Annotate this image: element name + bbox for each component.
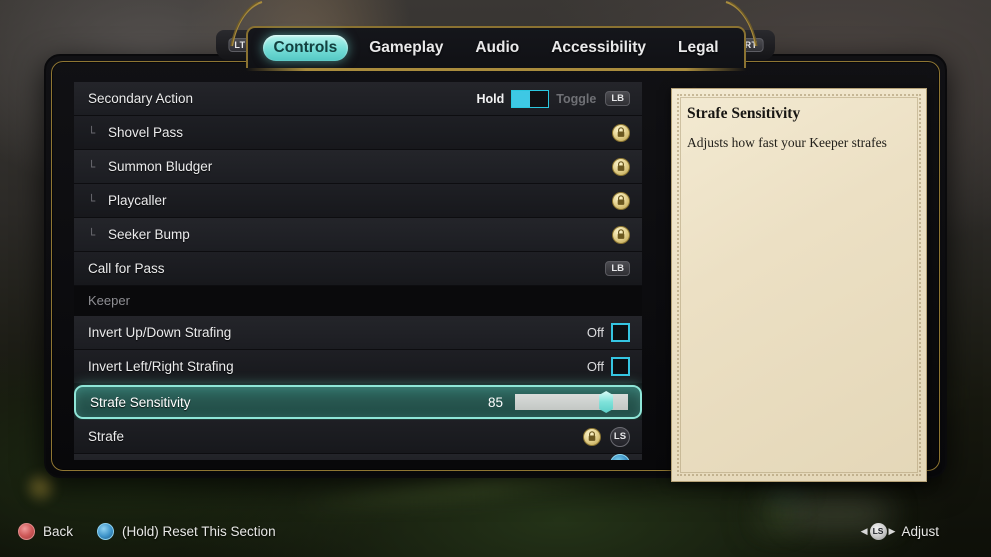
arrow-right-icon: ▶ [888, 525, 896, 536]
tab-legal[interactable]: Legal [667, 35, 729, 61]
description-panel: Strafe Sensitivity Adjusts how fast your… [671, 88, 927, 482]
toggle-hold-label: Hold [476, 91, 505, 106]
footer-hint-bar: Back (Hold) Reset This Section ◀ LS ▶ Ad… [0, 505, 991, 557]
slider-value-label: 85 [487, 394, 503, 410]
section-header-label: Keeper [88, 293, 130, 308]
hint-back-label: Back [43, 523, 74, 539]
settings-row-call-for-pass[interactable]: Call for Pass LB [74, 252, 642, 286]
row-label: Seeker Bump [108, 227, 190, 242]
stick-chip-ls[interactable]: LS [610, 426, 630, 447]
strafe-sensitivity-slider[interactable]: 85 [483, 391, 628, 413]
description-title: Strafe Sensitivity [687, 105, 801, 122]
row-controls [612, 225, 630, 244]
settings-row-playcaller[interactable]: └ Playcaller [74, 184, 642, 218]
tree-branch-icon: └ [88, 125, 96, 140]
hint-adjust-label: Adjust [901, 523, 939, 539]
checkbox-control[interactable]: Off [587, 323, 630, 342]
slider-track[interactable] [515, 391, 628, 413]
row-label: Summon Bludger [108, 159, 213, 174]
hint-reset-label: (Hold) Reset This Section [122, 523, 276, 539]
binding-chip-lb[interactable]: LB [605, 261, 630, 276]
tab-controls[interactable]: Controls [262, 35, 349, 61]
tree-branch-icon: └ [88, 227, 96, 242]
settings-row-seeker-bump[interactable]: └ Seeker Bump [74, 218, 642, 252]
lock-icon [612, 123, 630, 142]
settings-row-invert-left-right-strafing[interactable]: Invert Left/Right Strafing Off [74, 350, 642, 384]
checkbox-state-label: Off [586, 325, 604, 340]
button-b-icon [18, 522, 35, 540]
parchment-inner-border [680, 97, 918, 473]
ls-circle-label: LS [869, 522, 887, 540]
lock-icon [612, 191, 630, 210]
row-label: Reorient [88, 454, 610, 460]
background-blurred-badge [775, 483, 797, 493]
row-controls [610, 454, 630, 460]
settings-row-partially-visible[interactable]: Reorient [74, 454, 642, 460]
row-controls [612, 123, 630, 142]
ls-stick-indicator: ◀ LS ▶ [860, 522, 896, 540]
description-body: Adjusts how fast your Keeper strafes [687, 135, 887, 150]
toggle-toggle-label: Toggle [556, 91, 597, 106]
tab-accessibility[interactable]: Accessibility [540, 35, 657, 61]
settings-tab-bar: Controls Gameplay Audio Accessibility Le… [246, 26, 746, 71]
settings-row-secondary-action[interactable]: Secondary Action Hold Toggle LB [74, 82, 642, 116]
row-controls: LS [583, 426, 630, 447]
lock-icon [612, 157, 630, 176]
row-controls [612, 191, 630, 210]
settings-panel: Secondary Action Hold Toggle LB └ Shovel… [44, 54, 947, 482]
lock-icon [583, 427, 601, 446]
binding-chip-lb[interactable]: LB [605, 91, 630, 106]
checkbox-icon[interactable] [611, 357, 630, 376]
tree-branch-icon: └ [88, 193, 96, 208]
tree-branch-icon: └ [88, 159, 96, 174]
row-controls: Hold Toggle LB [476, 89, 630, 108]
hint-reset-section[interactable]: (Hold) Reset This Section [97, 522, 276, 540]
settings-row-shovel-pass[interactable]: └ Shovel Pass [74, 116, 642, 150]
row-controls: Off [587, 357, 630, 376]
row-controls: 85 [483, 391, 628, 413]
row-label: Invert Left/Right Strafing [88, 359, 234, 374]
row-label: Playcaller [108, 193, 167, 208]
checkbox-icon[interactable] [611, 323, 630, 342]
slider-handle[interactable] [599, 391, 614, 413]
row-controls [612, 157, 630, 176]
hint-back[interactable]: Back [18, 522, 74, 540]
row-label: Strafe Sensitivity [90, 394, 191, 410]
row-label: Invert Up/Down Strafing [88, 325, 232, 340]
settings-list[interactable]: Secondary Action Hold Toggle LB └ Shovel… [74, 82, 642, 460]
settings-row-summon-bludger[interactable]: └ Summon Bludger [74, 150, 642, 184]
row-label: Shovel Pass [108, 125, 184, 140]
lock-icon [612, 225, 630, 244]
row-label: Strafe [88, 429, 125, 444]
settings-row-strafe[interactable]: Strafe LS [74, 420, 642, 454]
tab-gameplay[interactable]: Gameplay [358, 35, 454, 61]
tab-audio[interactable]: Audio [464, 35, 530, 61]
hold-toggle-switch[interactable]: Hold Toggle [476, 89, 597, 108]
settings-row-invert-up-down-strafing[interactable]: Invert Up/Down Strafing Off [74, 316, 642, 350]
stick-chip-icon[interactable] [610, 454, 630, 460]
checkbox-state-label: Off [586, 359, 604, 374]
section-header-keeper: Keeper [74, 286, 642, 316]
row-controls: Off [587, 323, 630, 342]
row-controls: LB [605, 261, 630, 276]
toggle-knob [512, 90, 531, 107]
settings-row-strafe-sensitivity[interactable]: Strafe Sensitivity 85 [74, 385, 642, 419]
toggle-track[interactable] [511, 89, 550, 108]
row-label: Secondary Action [88, 91, 194, 106]
checkbox-control[interactable]: Off [587, 357, 630, 376]
button-x-icon [97, 522, 115, 540]
hint-adjust[interactable]: ◀ LS ▶ Adjust [860, 522, 939, 540]
row-label: Call for Pass [88, 261, 165, 276]
arrow-left-icon: ◀ [860, 525, 868, 536]
